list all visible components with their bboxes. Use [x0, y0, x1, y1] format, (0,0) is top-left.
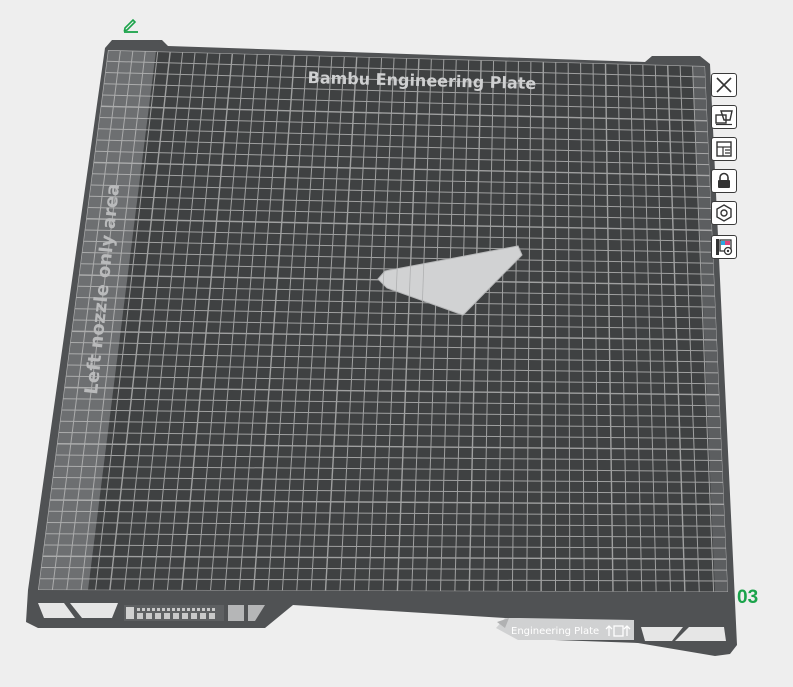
close-plate-button[interactable]	[711, 73, 737, 97]
plate-type-button[interactable]	[711, 235, 737, 259]
edit-plate-name-icon[interactable]	[121, 15, 141, 35]
engineering-plate-badge-label: Engineering Plate	[511, 626, 599, 637]
orient-icon	[716, 141, 732, 157]
close-icon	[716, 77, 732, 93]
settings-hexagon-icon	[716, 204, 732, 222]
lock-button[interactable]	[711, 169, 737, 193]
orient-button[interactable]	[711, 137, 737, 161]
lock-icon	[718, 172, 730, 188]
plate-type-icon	[716, 239, 733, 256]
engineering-plate-badge: Engineering Plate	[496, 618, 634, 640]
build-plate-viewport[interactable]: Bambu Engineering Plate Left nozzle only…	[0, 0, 793, 687]
plate-number-label: 03	[737, 587, 759, 608]
plate-settings-button[interactable]	[711, 201, 737, 225]
arrange-button[interactable]	[711, 105, 737, 129]
arrange-icon	[715, 110, 733, 126]
